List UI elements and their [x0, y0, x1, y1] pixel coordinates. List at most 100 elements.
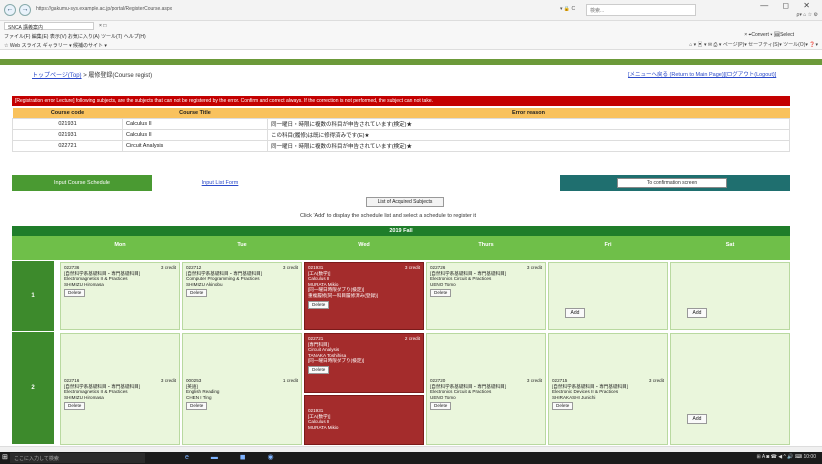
delete-button[interactable]: Delete — [64, 402, 86, 411]
browser-tab[interactable]: SNCA 講義案内 — [4, 22, 94, 31]
error-banner: [Registration error Lecture] following s… — [12, 96, 790, 106]
slot-sat-2 — [670, 333, 790, 445]
course-card: 022721 2 credit [専門科目] Circuit Analysis T… — [305, 334, 423, 376]
browser-tools-icons[interactable]: ρ▾ ⌂ ☆ ⚙ — [796, 12, 818, 18]
logout-link[interactable]: [ログアウト(Logout)] — [725, 72, 776, 78]
add-button-fri-1[interactable]: Add — [565, 308, 585, 318]
table-row: 021931 Calculus II この科目(履修)は既に修得済みです(E)★ — [12, 128, 790, 141]
course-teacher: SHIMIZU Hiromasa — [64, 281, 104, 287]
day-mon: Mon — [114, 242, 126, 248]
add-button-sat-1[interactable]: Add — [687, 308, 707, 318]
list-acquired-button[interactable]: List of Acquired Subjects — [366, 197, 444, 207]
col-error-reason: Error reason — [267, 108, 790, 118]
delete-button[interactable]: Delete — [308, 365, 330, 374]
course-teacher: SHIMIZU Akinobu — [186, 281, 223, 287]
return-main-link[interactable]: [メニューへ戻る (Return to Main Page)] — [628, 72, 725, 78]
address-controls[interactable]: ▾ 🔒 C — [560, 6, 575, 12]
url-field[interactable]: https://gakumu-sys.example.ac.jp/portal/… — [36, 6, 456, 16]
delete-button[interactable]: Delete — [430, 402, 452, 411]
slot-sat-1 — [670, 262, 790, 330]
course-card: 000253 1 credit [英語] English Reading CHEN… — [183, 334, 301, 412]
course-code: 022736 — [64, 265, 80, 270]
tab-bar — [0, 21, 822, 31]
delete-button[interactable]: Delete — [430, 289, 452, 298]
search-input[interactable]: 検索... — [586, 4, 696, 16]
convert-toolbar[interactable]: × ⌖Convert ▾ 🖼Select — [744, 32, 794, 38]
error-code: 021931 — [12, 117, 123, 130]
tab-input-list[interactable]: Input List Form — [180, 175, 260, 191]
col-course-title: Course Title — [122, 108, 268, 118]
header-band — [0, 59, 822, 65]
command-bar[interactable]: ⌂ ▾ ▣ ▾ ✉ ⎙ ▾ ページ(P)▾ セーフティ(S)▾ ツール(O)▾ … — [689, 41, 818, 48]
window-controls[interactable]: — ◻ ✕ — [760, 1, 816, 10]
delete-button[interactable]: Delete — [186, 402, 208, 411]
course-code: 022721 — [308, 336, 324, 341]
confirmation-button[interactable]: To confirmation screen — [617, 178, 727, 188]
error-reason: 同一曜日・時限に複数の科目が申告されています(検定)★ — [267, 117, 790, 130]
course-code: 022720 — [430, 378, 446, 383]
slot-wed-1: 021931 3 credit [工A(数学)] Calculus II MURA… — [304, 262, 424, 330]
course-code: 022712 — [186, 265, 202, 270]
menu-bar[interactable]: ファイル(F) 編集(E) 表示(V) お気に入り(A) ツール(T) ヘルプ(… — [0, 31, 822, 40]
course-code: 022726 — [430, 265, 446, 270]
tab-input-schedule[interactable]: Input Course Schedule — [12, 175, 152, 191]
delete-button[interactable]: Delete — [186, 289, 208, 298]
error-title: Calculus II — [122, 117, 268, 130]
windows-start-icon[interactable]: ⊞ — [2, 453, 8, 461]
course-teacher: CHEN I Ting — [186, 394, 212, 400]
delete-button[interactable]: Delete — [308, 300, 330, 309]
slot-thu-1: 022726 3 credit [自然科学系基礎科目・専門基礎科目] Electr… — [426, 262, 546, 330]
course-credit: 3 credit — [282, 265, 298, 270]
course-teacher: MURATA Mikio — [308, 424, 339, 430]
slot-mon-2: 022716 3 credit [自然科学系基礎科目・専門基礎科目] Electr… — [60, 333, 180, 445]
delete-button[interactable]: Delete — [64, 289, 86, 298]
period-1-label: 1 — [12, 261, 54, 331]
error-title: Calculus II — [122, 128, 268, 141]
term-header: 2019 Fall — [12, 226, 790, 236]
col-course-code: Course code — [12, 108, 123, 118]
error-reason: 同一曜日・時限に複数の科目が申告されています(検定)★ — [267, 139, 790, 152]
breadcrumb: トップページ(Top) > 履修登録(Course regist) — [32, 70, 152, 79]
top-links: [メニューへ戻る (Return to Main Page)][ログアウト(Lo… — [628, 70, 776, 78]
course-credit: 3 credit — [648, 378, 664, 383]
delete-button[interactable]: Delete — [552, 402, 574, 411]
add-button-sat-2[interactable]: Add — [687, 414, 707, 424]
breadcrumb-current: > 履修登録(Course regist) — [81, 73, 153, 79]
day-wed: Wed — [358, 242, 370, 248]
slot-wed-2a: 022721 2 credit [専門科目] Circuit Analysis T… — [304, 333, 424, 393]
course-card: 022716 3 credit [自然科学系基礎科目・専門基礎科目] Electr… — [61, 334, 179, 412]
slot-fri-2: 022715 3 credit [自然科学系基礎科目・専門基礎科目] Electr… — [548, 333, 668, 445]
day-header-row — [12, 236, 790, 260]
system-tray[interactable]: ⊞ A ◙ ☎ ◀ ^ 🔊 ⌨ 10:00 — [757, 454, 816, 460]
course-credit: 3 credit — [526, 265, 542, 270]
course-credit: 3 credit — [160, 378, 176, 383]
course-card: 022736 3 credit [自然科学系基礎科目・専門基礎科目] Electr… — [61, 263, 179, 299]
slot-fri-1 — [548, 262, 668, 330]
course-code: 021931 — [308, 265, 324, 270]
slot-wed-2b: 021931 [工A(数学)] Calculus II MURATA Mikio — [304, 395, 424, 445]
taskbar-search[interactable]: ここに入力して検索 — [10, 453, 145, 463]
course-credit: 2 credit — [404, 336, 420, 341]
course-credit: 3 credit — [526, 378, 542, 383]
slot-thu-2: 022720 3 credit [自然科学系基礎科目・専門基礎科目] Electr… — [426, 333, 546, 445]
course-card: 022712 3 credit [自然科学系基礎科目・専門基礎科目] Comput… — [183, 263, 301, 299]
new-tab-button[interactable]: × □ — [96, 22, 109, 30]
breadcrumb-top-link[interactable]: トップページ(Top) — [32, 73, 82, 79]
forward-icon[interactable]: → — [19, 4, 31, 16]
course-credit: 3 credit — [160, 265, 176, 270]
error-code: 021931 — [12, 128, 123, 141]
course-teacher: UENO Tomo — [430, 281, 456, 287]
period-2-label: 2 — [12, 332, 54, 444]
error-title: Circuit Analysis — [122, 139, 268, 152]
course-teacher: SHIMIZU Hiromasa — [64, 394, 104, 400]
course-card: 022715 3 credit [自然科学系基礎科目・専門基礎科目] Electr… — [549, 334, 667, 412]
error-reason: この科目(履修)は既に修得済みです(E)★ — [267, 128, 790, 141]
course-code: 021931 — [308, 408, 324, 413]
course-code: 000253 — [186, 378, 202, 383]
back-icon[interactable]: ← — [4, 4, 16, 16]
course-credit: 3 credit — [404, 265, 420, 270]
taskbar-app-icons[interactable]: e ▬ ◼ ◉ — [185, 453, 284, 461]
table-row: 021931 Calculus II 同一曜日・時限に複数の科目が申告されていま… — [12, 117, 790, 130]
slot-tue-1: 022712 3 credit [自然科学系基礎科目・専門基礎科目] Comput… — [182, 262, 302, 330]
day-sat: Sat — [725, 242, 735, 248]
